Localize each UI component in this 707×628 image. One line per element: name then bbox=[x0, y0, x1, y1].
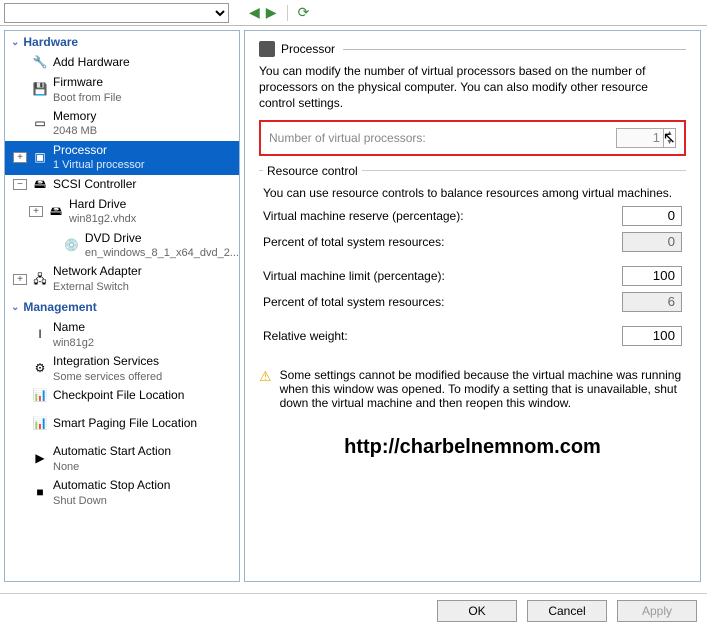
integration-icon: ⚙ bbox=[31, 361, 49, 377]
paging-icon: 📊 bbox=[31, 416, 49, 432]
management-label: Management bbox=[23, 300, 96, 314]
dvd-icon: 💿 bbox=[63, 238, 81, 254]
add-hardware-icon: 🔧 bbox=[31, 55, 49, 71]
reserve-input[interactable] bbox=[622, 206, 682, 226]
chevron-down-icon: ⌄ bbox=[11, 302, 19, 313]
vproc-label: Number of virtual processors: bbox=[269, 131, 426, 145]
name-icon: I bbox=[31, 327, 49, 343]
refresh-icon[interactable]: ⟳ bbox=[298, 4, 310, 21]
tree-add-hardware[interactable]: 🔧 Add Hardware bbox=[5, 53, 239, 73]
limit-input[interactable] bbox=[622, 266, 682, 286]
tree-smart-paging[interactable]: 📊 Smart Paging File Location bbox=[5, 414, 239, 434]
vm-selector-dropdown[interactable] bbox=[4, 3, 229, 23]
ok-button[interactable]: OK bbox=[437, 600, 517, 622]
tree-network-adapter[interactable]: + 🖧 Network AdapterExternal Switch bbox=[5, 262, 239, 296]
nav-forward-icon[interactable]: ▶ bbox=[266, 4, 277, 21]
nic-icon: 🖧 bbox=[31, 271, 49, 287]
cursor-icon: ↖ bbox=[663, 128, 676, 148]
tree-hard-drive[interactable]: + 🖴 Hard Drivewin81g2.vhdx bbox=[5, 195, 239, 229]
weight-label: Relative weight: bbox=[263, 329, 622, 343]
apply-button: Apply bbox=[617, 600, 697, 622]
checkpoint-icon: 📊 bbox=[31, 388, 49, 404]
cancel-button[interactable]: Cancel bbox=[527, 600, 607, 622]
group-legend: Resource control bbox=[263, 164, 362, 178]
processor-icon: ▣ bbox=[31, 150, 49, 166]
nav-back-icon[interactable]: ◀ bbox=[249, 4, 260, 21]
vproc-input bbox=[616, 128, 664, 148]
tree-name[interactable]: I Namewin81g2 bbox=[5, 318, 239, 352]
pct2-label: Percent of total system resources: bbox=[263, 295, 622, 309]
tree-integration-services[interactable]: ⚙ Integration ServicesSome services offe… bbox=[5, 352, 239, 386]
processor-settings-panel: Processor You can modify the number of v… bbox=[244, 30, 701, 582]
scsi-icon: 🖴 bbox=[31, 177, 49, 193]
limit-label: Virtual machine limit (percentage): bbox=[263, 269, 622, 283]
pct2-value bbox=[622, 292, 682, 312]
warning-icon: ⚠ bbox=[259, 368, 272, 385]
tree-dvd-drive[interactable]: 💿 DVD Driveen_windows_8_1_x64_dvd_2... bbox=[5, 229, 239, 263]
hardware-label: Hardware bbox=[23, 35, 78, 49]
separator bbox=[287, 5, 288, 21]
weight-input[interactable] bbox=[622, 326, 682, 346]
resource-control-group: Resource control You can use resource co… bbox=[259, 164, 686, 356]
pct1-label: Percent of total system resources: bbox=[263, 235, 622, 249]
firmware-icon: 💾 bbox=[31, 82, 49, 98]
tree-firmware[interactable]: 💾 FirmwareBoot from File bbox=[5, 73, 239, 107]
tree-auto-stop[interactable]: ■ Automatic Stop ActionShut Down bbox=[5, 476, 239, 510]
panel-intro: You can modify the number of virtual pro… bbox=[259, 63, 686, 112]
tree-auto-start[interactable]: ▶ Automatic Start ActionNone bbox=[5, 442, 239, 476]
hard-drive-icon: 🖴 bbox=[47, 204, 65, 220]
tree-memory[interactable]: ▭ Memory2048 MB bbox=[5, 107, 239, 141]
chevron-down-icon: ⌄ bbox=[11, 37, 19, 48]
tree-checkpoint-location[interactable]: 📊 Checkpoint File Location bbox=[5, 386, 239, 406]
watermark-text: http://charbelnemnom.com bbox=[259, 436, 686, 459]
hardware-section[interactable]: ⌄ Hardware bbox=[5, 31, 239, 53]
pct1-value bbox=[622, 232, 682, 252]
virtual-processors-row: Number of virtual processors: ▲▼ ↖ bbox=[259, 120, 686, 156]
reserve-label: Virtual machine reserve (percentage): bbox=[263, 209, 622, 223]
settings-tree: ⌄ Hardware 🔧 Add Hardware 💾 FirmwareBoot… bbox=[4, 30, 240, 582]
panel-title: Processor bbox=[281, 42, 335, 56]
management-section[interactable]: ⌄ Management bbox=[5, 296, 239, 318]
warning-text: Some settings cannot be modified because… bbox=[280, 368, 686, 410]
memory-icon: ▭ bbox=[31, 116, 49, 132]
processor-icon bbox=[259, 41, 275, 57]
tree-processor[interactable]: + ▣ Processor1 Virtual processor bbox=[5, 141, 239, 175]
autostop-icon: ■ bbox=[31, 485, 49, 501]
tree-scsi[interactable]: − 🖴 SCSI Controller bbox=[5, 175, 239, 195]
autostart-icon: ▶ bbox=[31, 451, 49, 467]
group-desc: You can use resource controls to balance… bbox=[263, 186, 682, 200]
